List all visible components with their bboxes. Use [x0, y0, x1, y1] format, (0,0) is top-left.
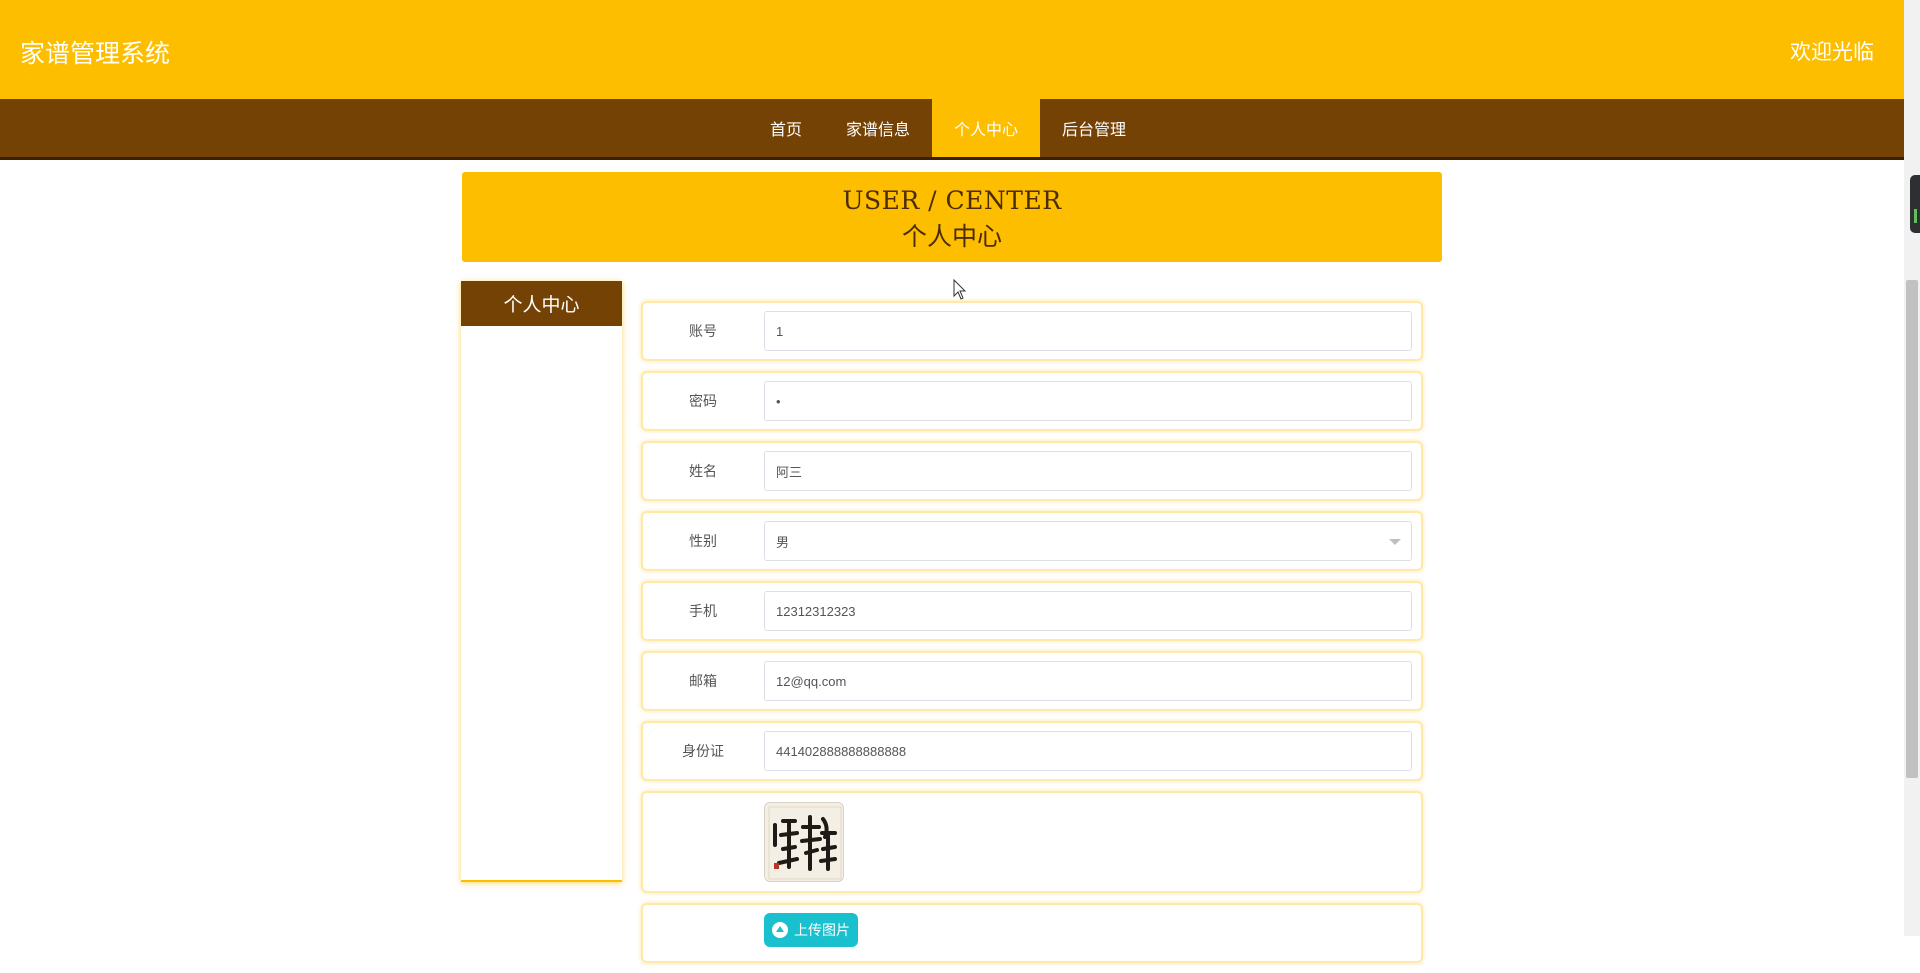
- phone-label: 手机: [689, 604, 717, 620]
- gender-select[interactable]: [764, 521, 1412, 561]
- account-input[interactable]: [764, 311, 1412, 351]
- form-row-account: 账号: [641, 301, 1423, 361]
- email-label: 邮箱: [689, 674, 717, 690]
- scrollbar-thumb[interactable]: [1906, 280, 1918, 778]
- nav-item-home[interactable]: 首页: [748, 99, 824, 157]
- nav-item-admin[interactable]: 后台管理: [1040, 99, 1148, 157]
- id-card-input[interactable]: [764, 731, 1412, 771]
- upload-button-label: 上传图片: [794, 923, 850, 939]
- form-row-name: 姓名: [641, 441, 1423, 501]
- form-row-password: 密码: [641, 371, 1423, 431]
- chevron-down-icon[interactable]: [1389, 539, 1401, 545]
- banner-title-english: USER / CENTER: [842, 186, 1062, 215]
- form-row-phone: 手机: [641, 581, 1423, 641]
- page-banner: USER / CENTER 个人中心: [462, 172, 1442, 262]
- nav-item-user-center[interactable]: 个人中心: [932, 99, 1041, 157]
- gender-label: 性别: [689, 534, 717, 550]
- form-row-upload: 上传图片: [641, 903, 1423, 963]
- email-input[interactable]: [764, 661, 1412, 701]
- profile-form: 账号 密码 姓名 性别 手机 邮箱 身份证: [641, 301, 1423, 973]
- nav-item-family-info[interactable]: 家谱信息: [824, 99, 932, 157]
- main-nav: 首页 家谱信息 个人中心 后台管理: [0, 99, 1904, 160]
- id-card-label: 身份证: [682, 744, 724, 760]
- account-label: 账号: [689, 324, 717, 340]
- name-input[interactable]: [764, 451, 1412, 491]
- sidebar: 个人中心: [461, 281, 622, 882]
- nav-list: 首页 家谱信息 个人中心 后台管理: [0, 99, 1904, 157]
- banner-title-chinese: 个人中心: [901, 222, 1002, 251]
- top-header: 家谱管理系统 欢迎光临: [0, 0, 1904, 99]
- site-title[interactable]: 家谱管理系统: [20, 34, 170, 70]
- form-row-email: 邮箱: [641, 651, 1423, 711]
- phone-input[interactable]: [764, 591, 1412, 631]
- avatar-image[interactable]: [764, 802, 844, 882]
- welcome-text: 欢迎光临: [1790, 40, 1874, 64]
- sidebar-item-user-center[interactable]: 个人中心: [461, 281, 622, 326]
- form-row-photo: [641, 791, 1423, 893]
- password-input[interactable]: [764, 381, 1412, 421]
- form-row-gender: 性别: [641, 511, 1423, 571]
- form-row-id-card: 身份证: [641, 721, 1423, 781]
- upload-image-button[interactable]: 上传图片: [764, 913, 858, 947]
- cursor-icon: [953, 279, 967, 300]
- extension-widget[interactable]: [1910, 175, 1920, 233]
- password-label: 密码: [689, 394, 717, 410]
- name-label: 姓名: [689, 464, 717, 480]
- calligraphy-image: [765, 803, 843, 881]
